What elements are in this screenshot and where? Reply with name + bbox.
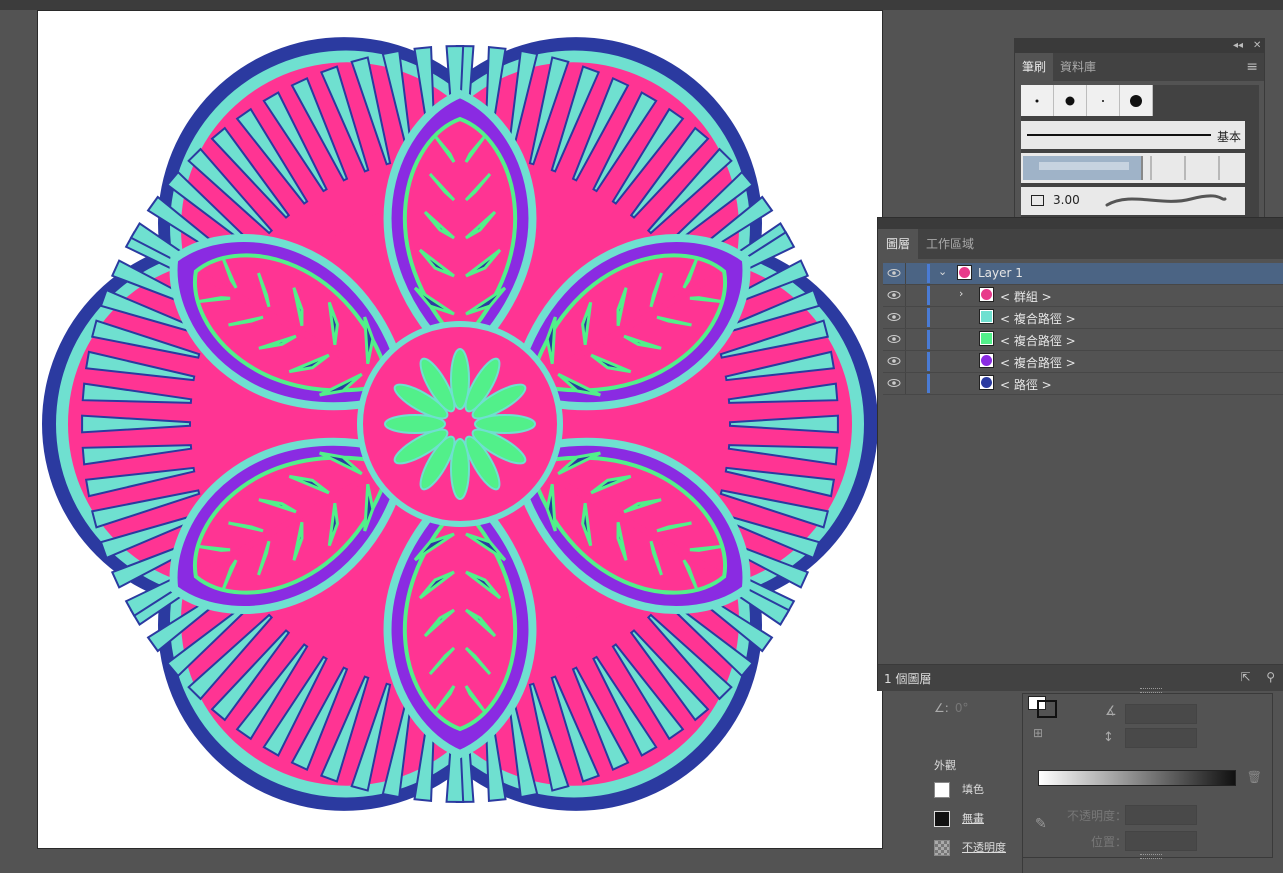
layers-panel: 圖層 工作區域 ⌄ Layer 1 › < 群組 > < 複合路徑 > < 複合… [877,217,1283,691]
brush-presets [1021,85,1153,116]
layers-list: ⌄ Layer 1 › < 群組 > < 複合路徑 > < 複合路徑 > < 複… [883,263,1283,395]
gradient-position-dropdown[interactable] [1125,831,1197,851]
gradient-aspect-dropdown[interactable] [1125,728,1197,748]
layer-thumbnail [979,353,994,368]
layer-thumbnail [979,375,994,390]
layer-name[interactable]: Layer 1 [978,266,1023,280]
close-icon[interactable]: ✕ [1253,39,1261,53]
panel-resize-handle[interactable] [1140,854,1162,859]
brush-preset-medium[interactable] [1054,85,1087,116]
layer-thumbnail [979,331,994,346]
layer-name[interactable]: < 複合路徑 > [1000,332,1076,349]
brushes-tab-bar: 筆刷 資料庫 ≡ [1015,53,1264,81]
brush-preset-large[interactable] [1120,85,1153,116]
layer-name[interactable]: < 路徑 > [1000,376,1052,393]
appearance-title: 外觀 [934,759,956,772]
layer-thumbnail [979,287,994,302]
mandala-artwork[interactable] [38,11,882,848]
pattern-brush-row[interactable] [1021,153,1245,183]
artboard[interactable] [37,10,883,849]
brush-preset-small[interactable] [1087,85,1120,116]
layer-row[interactable]: < 複合路徑 > [883,307,1283,329]
fill-swatch[interactable] [934,782,950,798]
eyedropper-icon[interactable]: ✎ [1035,816,1047,832]
gradient-angle-dropdown[interactable] [1125,704,1197,724]
tab-libraries[interactable]: 資料庫 [1053,53,1103,81]
gradient-opacity-dropdown[interactable] [1125,805,1197,825]
search-icon[interactable]: ⚲ [1266,670,1275,684]
export-icon[interactable]: ⇱ [1240,670,1250,684]
trash-icon[interactable]: 🗑 [1247,770,1262,784]
gradient-opacity-label: 不透明度： [1067,809,1128,823]
layer-thumbnail [957,265,972,280]
fill-row[interactable]: 填色 [934,781,984,798]
eye-icon[interactable] [887,311,901,323]
layer-row[interactable]: < 路徑 > [883,373,1283,395]
panel-resize-handle[interactable] [1140,688,1162,693]
hamburger-menu-icon[interactable]: ≡ [1246,59,1258,75]
basic-brush-row[interactable]: 基本 [1021,121,1245,149]
layers-tab-bar: 圖層 工作區域 [878,229,1283,259]
gradient-slider[interactable] [1038,770,1236,786]
brush-stroke-preview [1105,194,1227,207]
collapse-icon[interactable]: ◂◂ [1233,39,1243,53]
eye-icon[interactable] [887,267,901,279]
layer-row[interactable]: < 複合路徑 > [883,329,1283,351]
layers-footer: 1 個圖層 ⇱ ⚲ [878,664,1283,691]
gradient-panel: ⊞ ∡ ↕ 🗑 ✎ 不透明度： 位置： [1022,688,1273,859]
gradient-position-label: 位置： [1091,835,1128,849]
brush-size-row[interactable]: 3.00 [1021,187,1245,215]
layer-name[interactable]: < 群組 > [1000,288,1052,305]
layer-name[interactable]: < 複合路徑 > [1000,354,1076,371]
eye-icon[interactable] [887,377,901,389]
basic-brush-label: 基本 [1216,130,1241,144]
layer-row[interactable]: < 複合路徑 > [883,351,1283,373]
eye-icon[interactable] [887,289,901,301]
properties-panel: ∠: 0° 外觀 填色 無畫 不透明度 [922,693,1023,873]
stroke-swatch[interactable] [934,811,950,827]
layer-name[interactable]: < 複合路徑 > [1000,310,1076,327]
stroke-swatch-icon[interactable] [1037,700,1057,718]
center-dot [446,410,474,438]
opacity-icon [934,840,950,856]
opacity-row[interactable]: 不透明度 [934,839,1006,856]
pattern-brush-icon [1023,156,1220,180]
panel-header-strip: ◂◂ ✕ [1015,39,1264,53]
eye-icon[interactable] [887,333,901,345]
aspect-ratio-icon: ↕ [1103,730,1114,745]
angle-icon: ∠: [934,701,949,715]
layer-row[interactable]: › < 群組 > [883,285,1283,307]
layer-count: 1 個圖層 [884,672,932,686]
brush-preset-tiny[interactable] [1021,85,1054,116]
brush-library: 基本 3.00 [1021,85,1259,235]
layer-row[interactable]: ⌄ Layer 1 [883,263,1283,285]
angle-field[interactable]: ∠: 0° [934,701,968,715]
stroke-row[interactable]: 無畫 [934,810,984,827]
tab-layers[interactable]: 圖層 [878,229,919,259]
angle-icon: ∡ [1105,704,1117,719]
tab-brushes[interactable]: 筆刷 [1015,53,1054,81]
app-title-bar [0,0,1283,10]
gradient-type-icon[interactable]: ⊞ [1033,726,1043,740]
tab-artboards[interactable]: 工作區域 [918,229,982,259]
collapse-chevron-icon[interactable]: ⌄ [938,265,947,278]
expand-chevron-icon[interactable]: › [959,287,963,300]
eye-icon[interactable] [887,355,901,367]
layer-thumbnail [979,309,994,324]
brushes-panel: ◂◂ ✕ 筆刷 資料庫 ≡ 基本 3.00 [1014,38,1265,238]
panel-header-strip [878,218,1283,229]
